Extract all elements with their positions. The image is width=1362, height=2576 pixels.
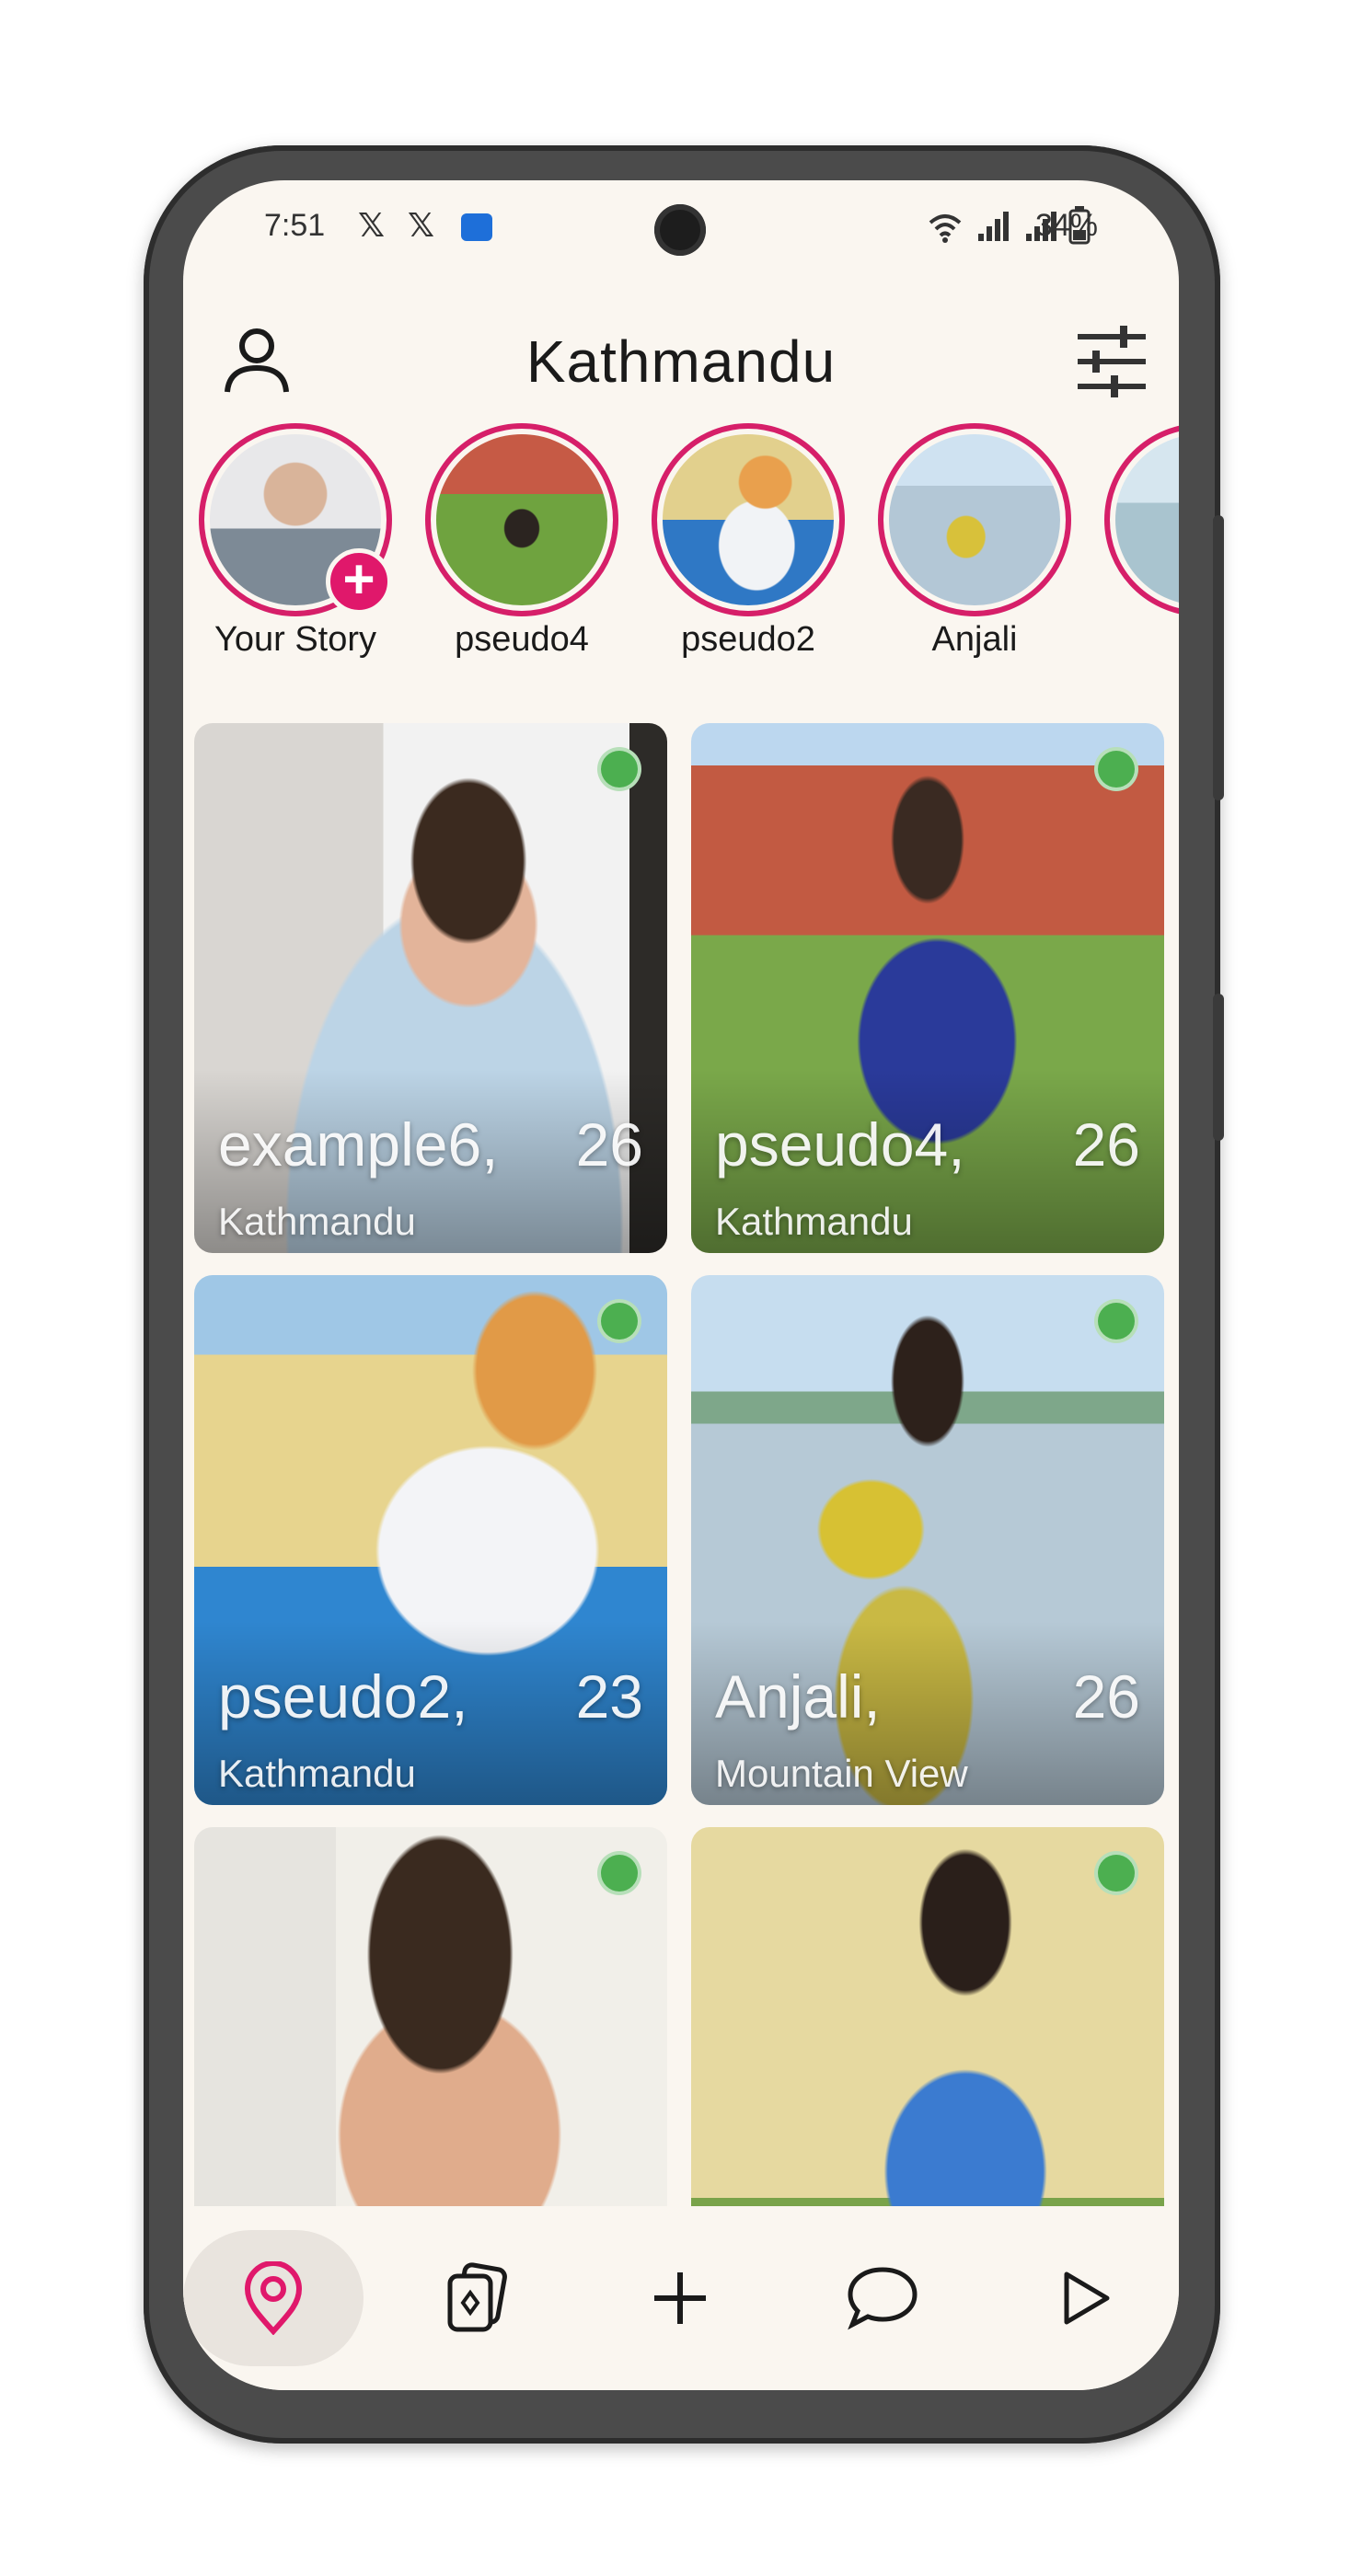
profile-age: 23 <box>575 1662 643 1731</box>
profile-photo <box>691 1827 1164 2232</box>
status-time: 7:51 <box>264 208 326 243</box>
battery-percent: 34% <box>1034 208 1098 243</box>
story-ring <box>878 423 1071 616</box>
story-pseudo2[interactable]: pseudo2 <box>645 423 851 660</box>
nav-videos[interactable] <box>995 2230 1175 2366</box>
story-ring <box>1104 423 1179 616</box>
story-partial[interactable]: ps <box>1098 423 1179 660</box>
story-label: pseudo4 <box>455 620 589 659</box>
online-status-dot <box>597 1299 641 1343</box>
page-title: Kathmandu <box>525 328 837 395</box>
profile-name: Anjali, <box>715 1662 881 1731</box>
app-screen: 7:51 𝕏 𝕏 34% Kathmandu + Your Story pseu… <box>183 180 1179 2390</box>
top-app-bar: Kathmandu <box>183 291 1179 420</box>
x-logo-icon: 𝕏 <box>408 206 435 244</box>
profile-photo <box>194 1827 667 2232</box>
x-logo-icon: 𝕏 <box>358 206 386 244</box>
signal-icon <box>978 212 1009 241</box>
story-pseudo4[interactable]: pseudo4 <box>419 423 625 660</box>
story-label: pseudo2 <box>681 620 815 659</box>
profile-card[interactable] <box>194 1827 667 2232</box>
profile-age: 26 <box>575 1110 643 1179</box>
volume-button <box>1213 994 1224 1141</box>
profile-location: Kathmandu <box>218 1200 416 1243</box>
profile-card[interactable]: Anjali, 26 Mountain View <box>691 1275 1164 1805</box>
online-status-dot <box>1094 747 1138 791</box>
story-ring: + <box>199 423 392 616</box>
profile-location: Kathmandu <box>218 1752 416 1795</box>
profile-age: 26 <box>1072 1662 1140 1731</box>
filter-button[interactable] <box>1072 322 1151 401</box>
stories-row: + Your Story pseudo4 pseudo2 Anjali <box>183 423 1179 672</box>
nav-nearby[interactable] <box>183 2230 364 2366</box>
profile-name: example6, <box>218 1110 499 1179</box>
profile-card[interactable]: pseudo4, 26 Kathmandu <box>691 723 1164 1253</box>
profile-name: pseudo2, <box>218 1662 468 1731</box>
app-notification-icon <box>461 213 492 241</box>
story-ring <box>652 423 845 616</box>
story-ring <box>425 423 618 616</box>
profile-age: 26 <box>1072 1110 1140 1179</box>
nav-swipe[interactable] <box>386 2230 566 2366</box>
online-status-dot <box>1094 1851 1138 1895</box>
story-avatar <box>663 434 834 605</box>
story-label: Your Story <box>214 620 377 659</box>
profile-location: Kathmandu <box>715 1200 913 1243</box>
status-bar: 7:51 𝕏 𝕏 34% <box>183 180 1179 291</box>
online-status-dot <box>1094 1299 1138 1343</box>
add-story-button[interactable]: + <box>326 548 392 615</box>
wifi-icon <box>929 214 962 243</box>
profile-card[interactable]: pseudo2, 23 Kathmandu <box>194 1275 667 1805</box>
story-avatar <box>1115 434 1179 605</box>
power-button <box>1213 515 1224 800</box>
profile-grid: example6, 26 Kathmandu pseudo4, 26 Kathm… <box>194 723 1170 2232</box>
bottom-navigation <box>183 2206 1179 2390</box>
story-label: ps <box>1098 620 1179 660</box>
cards-icon <box>447 2262 507 2332</box>
profile-name: pseudo4, <box>715 1110 965 1179</box>
story-your-story[interactable]: + Your Story <box>192 423 398 660</box>
story-label: Anjali <box>931 620 1018 659</box>
plus-icon <box>654 2272 706 2324</box>
nav-messages[interactable] <box>792 2230 973 2366</box>
online-status-dot <box>597 1851 641 1895</box>
location-pin-icon <box>244 2261 303 2335</box>
profile-card[interactable]: example6, 26 Kathmandu <box>194 723 667 1253</box>
story-avatar <box>889 434 1060 605</box>
story-avatar <box>436 434 607 605</box>
online-status-dot <box>597 747 641 791</box>
chat-bubble-icon <box>848 2267 918 2330</box>
filter-sliders-icon <box>1078 326 1146 397</box>
nav-create[interactable] <box>590 2230 770 2366</box>
front-camera <box>654 204 706 256</box>
play-icon <box>1064 2271 1110 2325</box>
story-anjali[interactable]: Anjali <box>871 423 1078 660</box>
profile-card[interactable] <box>691 1827 1164 2232</box>
profile-location: Mountain View <box>715 1752 968 1795</box>
